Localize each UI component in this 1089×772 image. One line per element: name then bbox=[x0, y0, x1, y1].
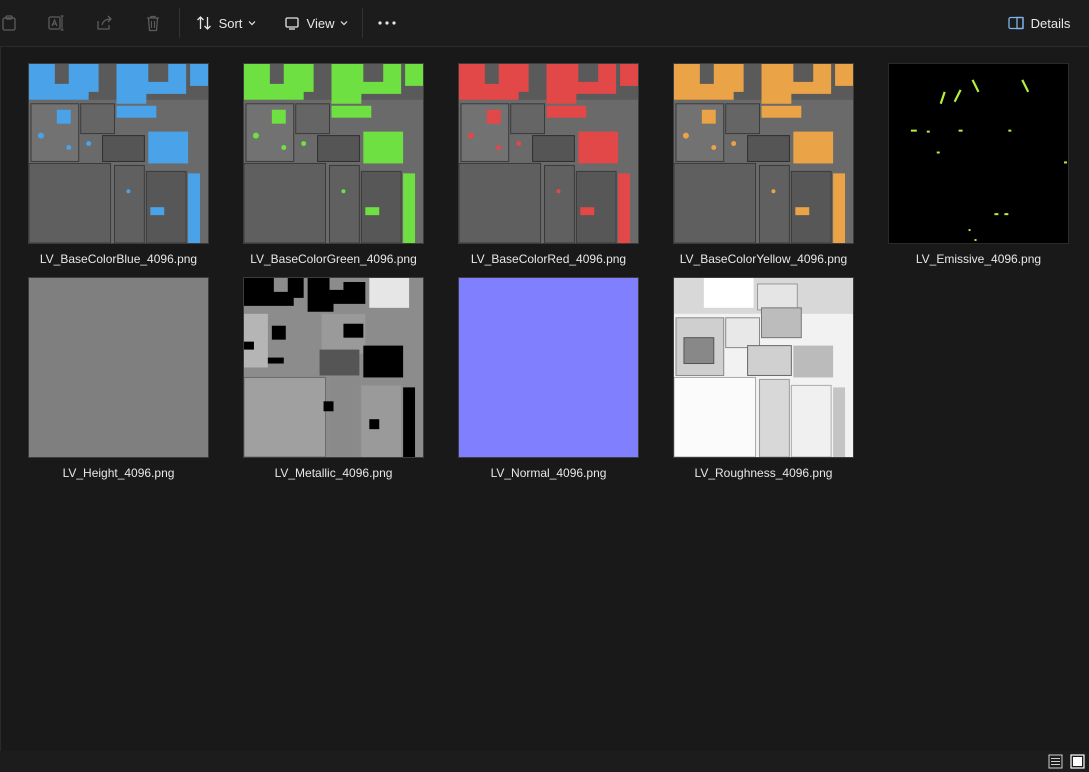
sort-label: Sort bbox=[218, 15, 243, 31]
basecolor-red-texture bbox=[459, 64, 638, 243]
basecolor-yellow-texture bbox=[674, 64, 853, 243]
chevron-down-icon bbox=[248, 20, 256, 26]
details-pane-icon bbox=[1007, 16, 1024, 30]
delete-icon[interactable] bbox=[140, 9, 166, 37]
image-thumbnail bbox=[243, 63, 424, 244]
basecolor-blue-texture bbox=[29, 64, 208, 243]
metallic-texture bbox=[244, 278, 423, 457]
emissive-texture bbox=[889, 64, 1068, 243]
sort-icon bbox=[196, 15, 212, 31]
rename-icon[interactable] bbox=[44, 9, 70, 37]
file-item[interactable]: LV_Roughness_4096.png bbox=[656, 261, 871, 480]
image-thumbnail bbox=[673, 277, 854, 458]
image-thumbnail bbox=[458, 277, 639, 458]
file-item[interactable]: LV_Normal_4096.png bbox=[441, 261, 656, 480]
height-texture bbox=[29, 278, 208, 457]
image-thumbnail bbox=[28, 63, 209, 244]
file-item[interactable]: LV_BaseColorRed_4096.png bbox=[441, 47, 656, 266]
file-item[interactable]: LV_Metallic_4096.png bbox=[226, 261, 441, 480]
image-thumbnail bbox=[28, 277, 209, 458]
more-options-button[interactable] bbox=[373, 9, 401, 37]
file-item[interactable]: LV_Height_4096.png bbox=[11, 261, 226, 480]
file-name: LV_Emissive_4096.png bbox=[915, 252, 1042, 266]
file-item[interactable]: LV_BaseColorBlue_4096.png bbox=[11, 47, 226, 266]
view-button[interactable]: View bbox=[278, 9, 354, 37]
file-name: LV_Normal_4096.png bbox=[490, 466, 607, 480]
file-name: LV_Height_4096.png bbox=[62, 466, 175, 480]
image-thumbnail bbox=[243, 277, 424, 458]
file-item[interactable]: LV_Emissive_4096.png bbox=[871, 47, 1086, 266]
image-thumbnail bbox=[888, 63, 1069, 244]
file-name: LV_Roughness_4096.png bbox=[694, 466, 833, 480]
list-view-icon[interactable] bbox=[1048, 754, 1063, 769]
command-bar: Sort View Details bbox=[0, 0, 1089, 47]
toolbar-separator bbox=[179, 8, 180, 38]
toolbar-separator bbox=[362, 8, 363, 38]
file-item[interactable]: LV_BaseColorYellow_4096.png bbox=[656, 47, 871, 266]
view-icon bbox=[284, 16, 300, 30]
view-label: View bbox=[306, 15, 335, 31]
file-item[interactable]: LV_BaseColorGreen_4096.png bbox=[226, 47, 441, 266]
large-icons-view-icon[interactable] bbox=[1070, 754, 1085, 769]
details-button[interactable]: Details bbox=[1001, 9, 1077, 37]
chevron-down-icon bbox=[340, 20, 348, 26]
more-icon bbox=[378, 21, 396, 25]
file-name: LV_Metallic_4096.png bbox=[274, 466, 393, 480]
details-label: Details bbox=[1030, 15, 1071, 31]
file-grid: LV_BaseColorBlue_4096.png LV_BaseColorGr… bbox=[0, 47, 1089, 751]
share-icon[interactable] bbox=[92, 9, 118, 37]
status-bar bbox=[0, 751, 1089, 772]
image-thumbnail bbox=[673, 63, 854, 244]
clipboard-icon[interactable] bbox=[0, 9, 18, 37]
normal-texture bbox=[459, 278, 638, 457]
image-thumbnail bbox=[458, 63, 639, 244]
sort-button[interactable]: Sort bbox=[190, 9, 262, 37]
basecolor-green-texture bbox=[244, 64, 423, 243]
roughness-texture bbox=[674, 278, 853, 457]
